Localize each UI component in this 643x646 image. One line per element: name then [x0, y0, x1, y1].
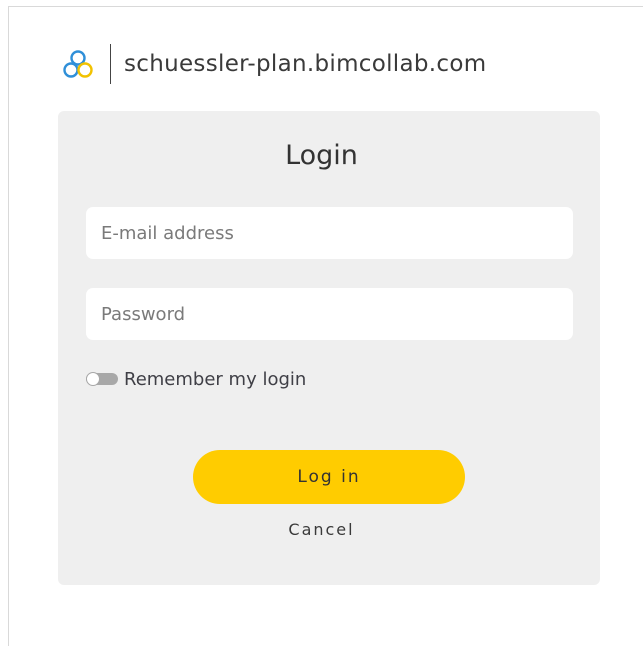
brand-divider — [110, 44, 111, 84]
bimcollab-logo-icon — [58, 44, 98, 84]
brand-header: schuessler-plan.bimcollab.com — [58, 44, 486, 84]
email-field[interactable] — [86, 207, 573, 259]
login-title: Login — [285, 140, 358, 171]
login-button[interactable]: Log in — [193, 450, 465, 504]
remember-login-toggle[interactable]: Remember my login — [86, 367, 306, 391]
password-field[interactable] — [86, 288, 573, 340]
domain-name: schuessler-plan.bimcollab.com — [124, 51, 487, 77]
cancel-link[interactable]: Cancel — [0, 520, 643, 539]
toggle-knob — [86, 372, 100, 386]
toggle-switch-icon[interactable] — [86, 372, 118, 386]
remember-login-label: Remember my login — [124, 368, 307, 390]
login-card — [58, 111, 600, 585]
